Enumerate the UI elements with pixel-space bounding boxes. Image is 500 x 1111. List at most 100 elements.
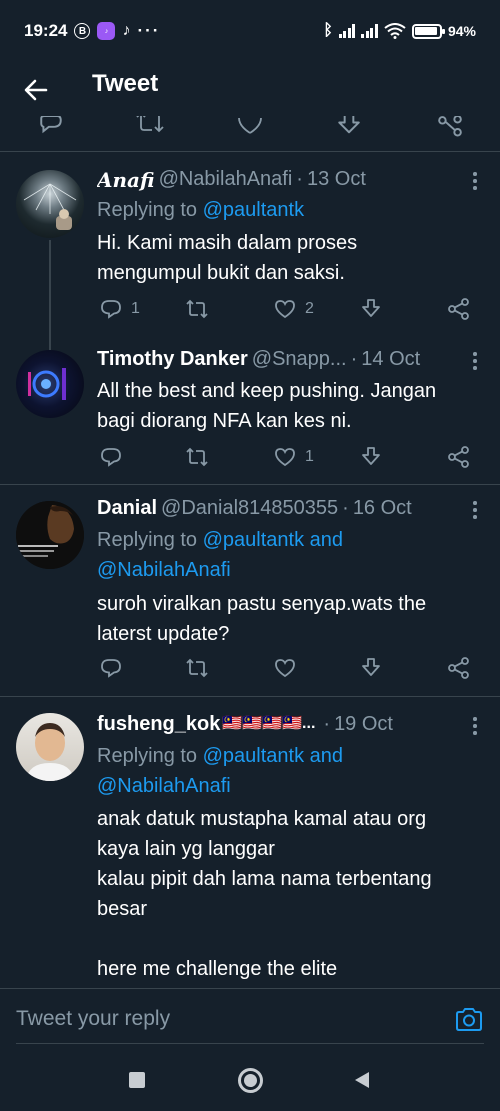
mention-link[interactable]: @paultantk and (203, 745, 343, 767)
tweet-actions: 1 2 (97, 297, 477, 327)
like-count: 2 (305, 300, 314, 317)
battery-percent: 94% (447, 23, 476, 39)
avatar-image (26, 723, 74, 781)
camera-icon[interactable] (454, 1005, 484, 1035)
replying-to: Replying to @paultantk (97, 199, 305, 221)
avatar[interactable] (16, 170, 84, 238)
retweet-icon (186, 299, 208, 319)
like-icon[interactable] (236, 116, 264, 142)
reply-icon (101, 300, 121, 319)
like-icon (275, 448, 295, 467)
previous-tweet-actions (0, 112, 500, 152)
like-count: 1 (305, 448, 314, 465)
display-name[interactable]: Anafi (97, 168, 155, 192)
like-button[interactable]: 2 (273, 297, 314, 321)
avatar-image (16, 501, 84, 569)
share-icon (448, 298, 469, 320)
page-title: Tweet (92, 70, 159, 97)
retweet-button[interactable] (185, 445, 209, 469)
tweet-date[interactable]: 19 Oct (334, 713, 393, 736)
download-icon (362, 658, 380, 676)
reply-icon (101, 659, 121, 678)
separator-dot: · (296, 168, 303, 190)
mention-link[interactable]: @NabilahAnafi (97, 559, 231, 581)
more-icon[interactable] (472, 717, 478, 737)
share-button[interactable] (447, 445, 471, 469)
tweet-header: fusheng_kok 🇲🇾🇲🇾🇲🇾🇲🇾... · 19 Oct (97, 713, 470, 736)
reply-icon[interactable] (38, 116, 64, 142)
tweet-text: All the best and keep pushing. Jangan ba… (97, 380, 437, 432)
replying-to: Replying to @paultantk and @NabilahAnafi (97, 745, 344, 797)
download-icon (362, 299, 380, 317)
tweet-actions (97, 656, 477, 686)
share-button[interactable] (447, 656, 471, 680)
more-icon[interactable] (472, 352, 478, 372)
mention-link[interactable]: @paultantk and (203, 529, 343, 551)
reply-count: 1 (131, 300, 140, 317)
system-nav-bar (0, 1050, 500, 1111)
download-button[interactable] (359, 445, 383, 469)
retweet-button[interactable] (185, 656, 209, 680)
like-button[interactable] (273, 656, 297, 680)
avatar[interactable] (16, 501, 84, 569)
more-icon[interactable] (472, 501, 478, 521)
reply-button[interactable] (99, 445, 123, 469)
download-button[interactable] (359, 297, 383, 321)
share-icon (448, 657, 469, 679)
download-icon[interactable] (336, 116, 362, 142)
retweet-button[interactable] (185, 297, 209, 321)
user-handle[interactable]: @Snapp... (252, 348, 347, 371)
share-icon[interactable] (436, 116, 464, 142)
status-badge-icon: B (74, 23, 91, 39)
reply-bar: Tweet your reply (0, 988, 500, 1050)
app-notification-icon: ♪ (97, 22, 116, 40)
avatar[interactable] (16, 350, 84, 418)
avatar-image (23, 183, 77, 230)
separator-dot: · (350, 348, 358, 370)
reply-input[interactable]: Tweet your reply (16, 1007, 170, 1031)
tweet-actions: 1 (97, 445, 477, 475)
like-button[interactable]: 1 (273, 445, 314, 469)
download-button[interactable] (359, 656, 383, 680)
tweet-date[interactable]: 14 Oct (361, 348, 420, 371)
bluetooth-icon: ᛒ (323, 22, 333, 39)
back-arrow-icon[interactable] (22, 76, 50, 104)
share-button[interactable] (447, 297, 471, 321)
display-name[interactable]: Danial (97, 497, 157, 520)
back-button[interactable] (355, 1072, 369, 1088)
tweet-header: Timothy Danker @Snapp... · 14 Oct (97, 348, 470, 371)
mention-link[interactable]: @paultantk (203, 199, 304, 221)
more-notifications-icon: ··· (137, 21, 161, 40)
display-name[interactable]: Timothy Danker (97, 348, 248, 371)
reply-button[interactable]: 1 (99, 297, 140, 321)
more-icon[interactable] (472, 172, 478, 192)
tweet-item[interactable]: Timothy Danker @Snapp... · 14 Oct All th… (0, 332, 500, 485)
name-flags: 🇲🇾🇲🇾🇲🇾🇲🇾... (222, 715, 316, 732)
battery-icon (411, 23, 445, 39)
user-handle[interactable]: @Danial814850355 (161, 497, 338, 520)
like-icon (275, 300, 295, 319)
tweet-text: suroh viralkan pastu senyap.wats the lat… (97, 593, 427, 645)
tweet-date[interactable]: 13 Oct (307, 168, 366, 192)
tweet-item[interactable]: Danial @Danial814850355 · 16 Oct Replyin… (0, 485, 500, 697)
reply-icon (101, 448, 121, 467)
share-icon (448, 446, 469, 468)
download-icon (362, 447, 380, 465)
avatar[interactable] (16, 713, 84, 781)
tweet-date[interactable]: 16 Oct (353, 497, 412, 520)
avatar-image (28, 368, 66, 400)
tweet-item[interactable]: fusheng_kok 🇲🇾🇲🇾🇲🇾🇲🇾... · 19 Oct Replyin… (0, 697, 500, 988)
user-handle[interactable]: @NabilahAnafi (159, 168, 293, 192)
status-time: 19:24 (24, 21, 68, 40)
recents-button[interactable] (129, 1072, 145, 1088)
tweet-header: Anafi @NabilahAnafi · 13 Oct (97, 168, 470, 192)
retweet-icon[interactable] (136, 116, 164, 142)
tweet-text: anak datuk mustapha kamal atau org kaya … (97, 808, 432, 980)
tweet-text: Hi. Kami masih dalam proses mengumpul bu… (97, 232, 358, 284)
home-button[interactable] (238, 1068, 263, 1093)
mention-link[interactable]: @NabilahAnafi (97, 775, 231, 797)
tweet-item[interactable]: Anafi @NabilahAnafi · 13 Oct Replying to… (0, 152, 500, 352)
retweet-icon (186, 658, 208, 678)
reply-button[interactable] (99, 656, 123, 680)
display-name[interactable]: fusheng_kok (97, 713, 220, 736)
